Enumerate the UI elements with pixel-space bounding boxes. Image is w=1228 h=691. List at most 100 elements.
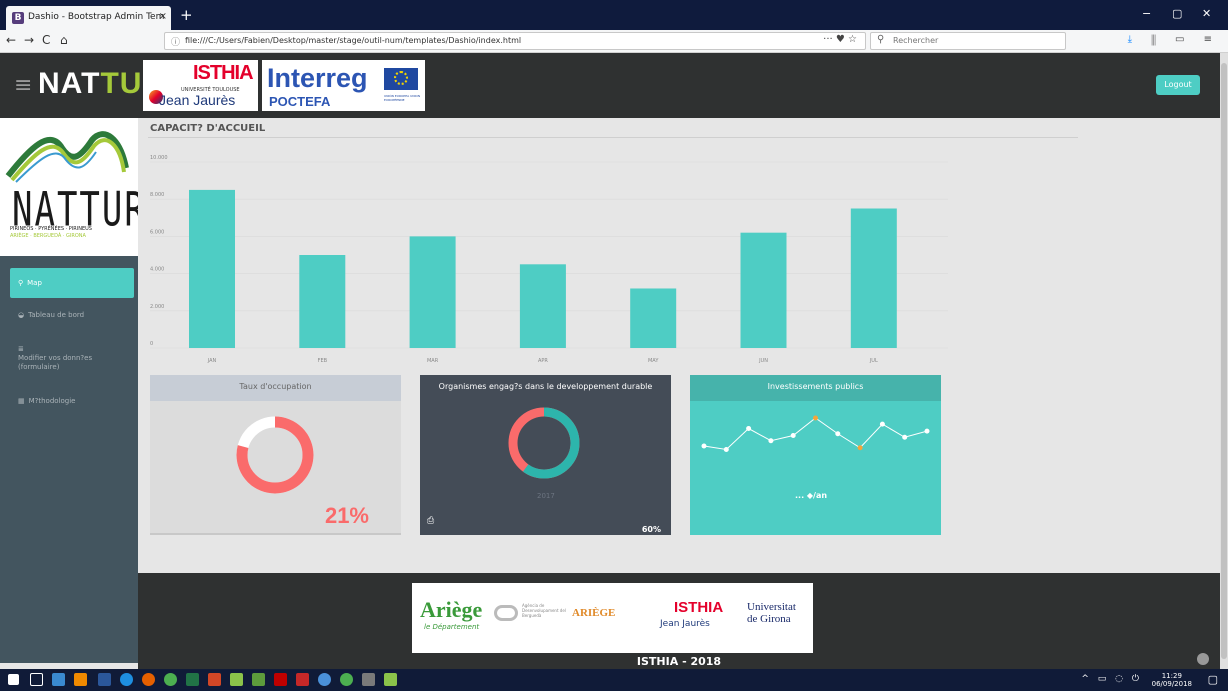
chart-bar (630, 288, 677, 348)
system-clock[interactable]: 11:29 06/09/2018 (1152, 672, 1192, 688)
excel-icon[interactable] (186, 673, 199, 686)
minimize-window-button[interactable]: − (1142, 7, 1151, 20)
back-to-top-button[interactable] (1197, 653, 1209, 665)
filezilla-icon[interactable] (274, 673, 287, 686)
notepad-icon[interactable] (252, 673, 265, 686)
chrome2-icon[interactable] (340, 673, 353, 686)
occupation-panel-title: Taux d'occupation (150, 375, 401, 401)
x-tick-label: MAR (427, 358, 439, 364)
site-info-icon[interactable]: ⓘ (171, 35, 180, 48)
sidebar-item-label: M?thodologie (28, 397, 76, 405)
chart-bar (740, 232, 787, 348)
chart-bar (189, 189, 235, 348)
bergueda-agency-text: Agència de Desenvolupament del Berguedà (522, 603, 566, 618)
sidebar-item-label: Modifier vos donn?es (formulaire) (18, 354, 93, 371)
explorer-icon[interactable] (52, 673, 65, 686)
bootstrap-favicon-icon: B (12, 12, 24, 24)
print-icon[interactable]: ⎙ (427, 516, 434, 526)
investissements-sparkline (701, 415, 930, 452)
back-button[interactable]: ← (6, 33, 16, 47)
girona-line2: de Girona (747, 613, 791, 625)
chart-bar (519, 264, 566, 348)
app-icon[interactable] (296, 673, 309, 686)
reload-button[interactable]: C (42, 33, 50, 47)
system-tray-icons[interactable]: ^ ▭ ◌ ⏻ (1081, 674, 1142, 684)
notification-icon[interactable]: ▢ (1208, 673, 1218, 686)
x-tick-label: JUN (758, 358, 768, 364)
sparkline-point (924, 428, 930, 434)
sparkline-point (835, 431, 841, 437)
firefox-icon[interactable] (142, 673, 155, 686)
chart-bar (299, 255, 346, 348)
browser-tab[interactable]: B Dashio - Bootstrap Admin Tem × (6, 6, 171, 30)
poctefa-text: POCTEFA (269, 94, 331, 109)
clock-date: 06/09/2018 (1151, 680, 1192, 688)
sparkline-point (790, 433, 796, 438)
sparkline-point (746, 426, 752, 431)
girona-logo: Universitat de Girona (747, 601, 796, 625)
x-tick-label: JAN (207, 358, 217, 364)
main-content: CAPACIT? D'ACCUEIL 0 2.000 4.000 6.000 8.000… (138, 118, 1220, 573)
close-window-button[interactable]: ✕ (1202, 7, 1211, 20)
address-bar[interactable]: ⓘ file:///C:/Users/Fabien/Desktop/master… (164, 32, 866, 50)
page-actions-icons[interactable]: ··· ♥ ☆ (823, 34, 857, 45)
footer: Ariège le Département Agència de Desenvo… (138, 573, 1220, 669)
partner-logos: Ariège le Département Agència de Desenvo… (412, 583, 813, 653)
qgis2-icon[interactable] (384, 673, 397, 686)
sparkline-point (768, 438, 774, 444)
app2-icon[interactable] (318, 673, 331, 686)
forward-button[interactable]: → (24, 33, 34, 47)
sparkline-point (902, 434, 908, 440)
page-scrollbar[interactable] (1220, 53, 1228, 669)
app3-icon[interactable] (362, 673, 375, 686)
x-tick-label: FEB (318, 358, 328, 364)
sparkline-point (701, 443, 707, 449)
tab-close-icon[interactable]: × (159, 11, 167, 22)
ariege-logo-subtitle: le Département (424, 623, 480, 631)
hamburger-menu-icon[interactable]: ≡ (14, 73, 32, 98)
footer-isthia-logo: ISTHIA (674, 599, 724, 616)
investissements-panel-title: Investissements publics (690, 375, 941, 401)
organismes-panel: Organismes engag?s dans le developpement… (420, 375, 671, 535)
vlc-icon[interactable] (74, 673, 87, 686)
isthia-logo-image: ISTHIA UNIVERSITÉ TOULOUSE Jean Jaurès (143, 60, 258, 111)
interreg-text: Interreg (267, 63, 368, 93)
home-button[interactable]: ⌂ (60, 33, 68, 47)
browser-navigation-bar: ← → C ⌂ ⓘ file:///C:/Users/Fabien/Deskto… (0, 30, 1228, 53)
sidebar-item-map[interactable]: ⚲ Map (10, 268, 134, 298)
sidebar-item-modifier[interactable]: ≣ Modifier vos donn?es (formulaire) (10, 345, 120, 372)
sidebar-item-tableau-de-bord[interactable]: ◒ Tableau de bord (10, 311, 134, 319)
windows-start-icon[interactable] (8, 674, 19, 685)
bergueda-logo-icon (494, 605, 518, 621)
search-input[interactable]: ⚲ Rechercher (870, 32, 1066, 50)
y-tick-label: 2.000 (150, 304, 164, 310)
sparkline-point (723, 447, 729, 452)
chrome-icon[interactable] (164, 673, 177, 686)
footer-isthia-jj: Jean Jaurès (660, 619, 710, 629)
dashboard-icon: ◒ (18, 311, 25, 319)
brand-main: NAT (38, 67, 101, 100)
isthia-logo-text: ISTHIA (193, 62, 254, 84)
interreg-logo-image: Interreg POCTEFA UNIÓN EUROPEA UNION EUR… (262, 60, 425, 111)
qgis-icon[interactable] (230, 673, 243, 686)
logout-button[interactable]: Logout (1156, 75, 1200, 95)
edge-icon[interactable] (120, 673, 133, 686)
task-view-icon[interactable] (30, 673, 43, 686)
footer-caption: ISTHIA - 2018 (636, 655, 722, 668)
occupation-percent: 21% (324, 503, 369, 528)
maximize-window-button[interactable]: ▢ (1172, 7, 1182, 20)
sidebar-item-methodologie[interactable]: ▦ M?thodologie (10, 397, 134, 405)
eu-flag-icon (384, 68, 418, 90)
sidebar-item-label: Map (27, 279, 42, 287)
sidebar: NATTUR PIRINEOS · PYRÉNÉES · PIRINEUS AR… (0, 118, 145, 663)
new-tab-button[interactable]: + (180, 6, 193, 24)
browser-toolbar-icons[interactable]: ⤓ ⫼ ▭ ≡ (1128, 34, 1220, 45)
organismes-panel-title: Organismes engag?s dans le developpement… (420, 375, 671, 401)
isthia-jj-text: Jean Jaurès (159, 92, 236, 108)
scrollbar-thumb[interactable] (1221, 63, 1227, 659)
word-icon[interactable] (98, 673, 111, 686)
powerpoint-icon[interactable] (208, 673, 221, 686)
capacity-bar-chart: 0 2.000 4.000 6.000 8.000 10.000 JAN FEB MAR APR M… (150, 155, 948, 364)
nattur-logo-regions: ARIÈGE · BERGUEDÀ · GIRONA (10, 233, 86, 239)
investissements-value: ... ◆/an (795, 491, 828, 500)
